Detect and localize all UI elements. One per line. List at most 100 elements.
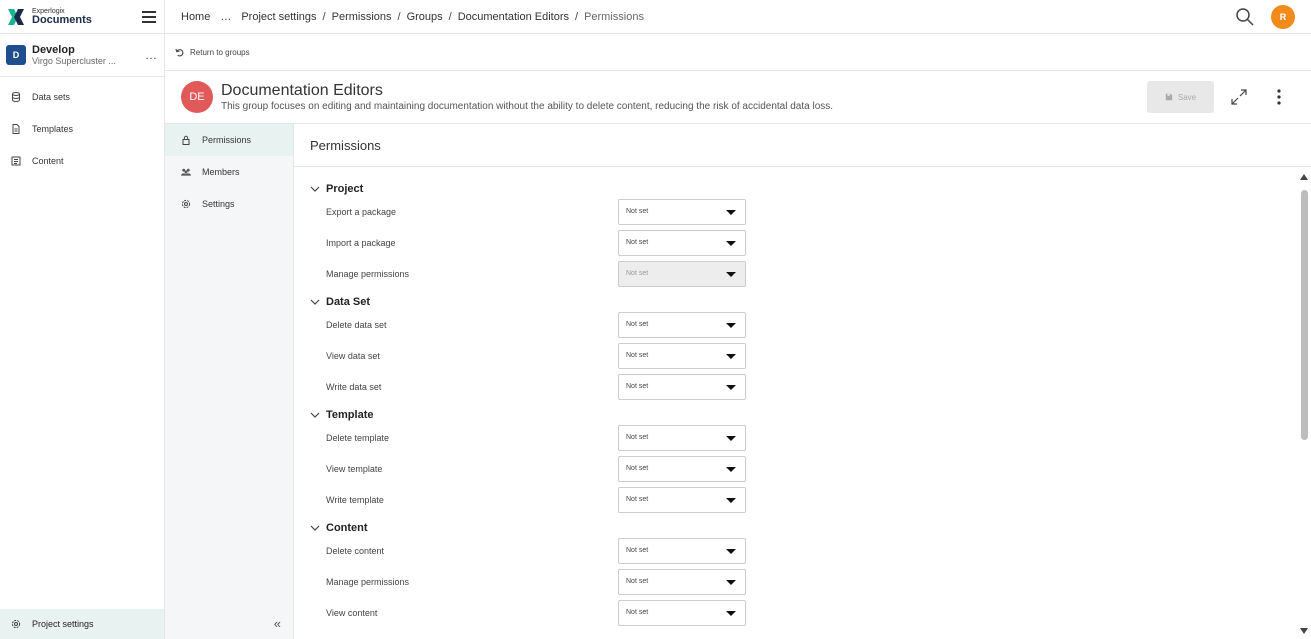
permission-label: Write template (326, 494, 384, 505)
gear-icon (11, 619, 21, 629)
sidebar-item-project-settings[interactable]: Project settings (0, 609, 164, 639)
permission-select[interactable]: Not set (618, 424, 746, 451)
caret-down-icon (726, 497, 736, 503)
chevron-down-icon (310, 525, 320, 531)
section-title: Template (326, 409, 374, 421)
caret-down-icon (726, 435, 736, 441)
users-icon (181, 167, 191, 177)
scroll-up-icon[interactable] (1300, 174, 1308, 180)
save-label: Save (1177, 92, 1197, 102)
group-avatar: DE (181, 81, 213, 113)
sidebar-nav: Data sets Templates Content (0, 77, 164, 177)
caret-down-icon (726, 209, 736, 215)
breadcrumb-current: Permissions (584, 10, 644, 23)
permission-label: Write data set (326, 381, 382, 392)
section-header[interactable]: Data Set (310, 295, 1297, 309)
permission-row: View content Not set (310, 597, 1297, 628)
permission-label: Delete content (326, 545, 385, 556)
tab-label: Permissions (202, 135, 252, 145)
scrollbar[interactable] (1297, 174, 1311, 639)
select-value: Not set (626, 383, 649, 390)
select-value: Not set (626, 352, 649, 359)
return-to-groups-link[interactable]: Return to groups (165, 34, 1311, 71)
tab-permissions[interactable]: Permissions (165, 124, 293, 156)
permission-select[interactable]: Not set (618, 568, 746, 595)
sidebar-item-data-sets[interactable]: Data sets (0, 81, 164, 113)
save-icon (1165, 93, 1173, 101)
search-icon[interactable] (1235, 7, 1255, 27)
collapse-icon[interactable]: « (274, 616, 281, 631)
panel-title: Permissions (294, 124, 1311, 167)
logo-row: Experlogix Documents (0, 0, 164, 34)
save-button[interactable]: Save (1147, 81, 1214, 113)
permission-select[interactable]: Not set (618, 455, 746, 482)
caret-down-icon (726, 579, 736, 585)
breadcrumb-group[interactable]: Documentation Editors (458, 11, 569, 23)
breadcrumb-separator: / (322, 10, 326, 23)
permission-row: Write template Not set (310, 484, 1297, 515)
section-header[interactable]: Template (310, 408, 1297, 422)
file-icon (11, 124, 21, 134)
section-header[interactable]: Project (310, 182, 1297, 196)
permission-row: Export a package Not set (310, 196, 1297, 227)
permission-row: View data set Not set (310, 340, 1297, 371)
caret-down-icon (726, 322, 736, 328)
project-name: Develop (32, 43, 75, 56)
permission-section: Content Delete content Not set Manage permi… (310, 521, 1297, 628)
project-more-button[interactable]: … (145, 48, 158, 62)
sidebar-item-templates[interactable]: Templates (0, 113, 164, 145)
breadcrumb-ellipsis[interactable]: … (220, 11, 231, 23)
user-avatar[interactable]: R (1271, 4, 1295, 29)
scrollbar-thumb[interactable] (1301, 190, 1308, 440)
permission-select[interactable]: Not set (618, 373, 746, 400)
permission-select[interactable]: Not set (618, 229, 746, 256)
permission-label: View content (326, 607, 378, 618)
group-info: Documentation Editors This group focuses… (221, 81, 833, 112)
tab-settings[interactable]: Settings (165, 188, 293, 220)
left-sidebar: Experlogix Documents D Develop Virgo Sup… (0, 0, 165, 639)
sidebar-item-content[interactable]: Content (0, 145, 164, 177)
logo-line-2: Documents (32, 13, 92, 26)
select-value: Not set (626, 609, 649, 616)
scroll-down-icon[interactable] (1300, 628, 1308, 634)
logo-text: Experlogix Documents (32, 8, 92, 26)
permission-label: Import a package (326, 237, 396, 248)
more-vertical-icon[interactable] (1267, 85, 1291, 109)
caret-down-icon (726, 271, 736, 277)
permission-select[interactable]: Not set (618, 599, 746, 626)
permission-select[interactable]: Not set (618, 486, 746, 513)
breadcrumb-home[interactable]: Home (181, 11, 210, 23)
permissions-panel: Permissions Project Export a package Not s… (294, 124, 1311, 639)
permission-select[interactable]: Not set (618, 537, 746, 564)
menu-icon[interactable] (142, 10, 156, 23)
undo-icon (175, 48, 184, 57)
breadcrumb-groups[interactable]: Groups (407, 11, 443, 23)
breadcrumb-permissions[interactable]: Permissions (332, 11, 392, 23)
permission-select[interactable]: Not set (618, 311, 746, 338)
tab-members[interactable]: Members (165, 156, 293, 188)
sidebar-item-label: Content (32, 156, 64, 166)
breadcrumb: Home … Project settings / Permissions / … (181, 11, 644, 23)
project-badge: D (6, 45, 26, 65)
group-subnav: Permissions Members Settings « (165, 124, 294, 639)
breadcrumb-project-settings[interactable]: Project settings (241, 11, 316, 23)
tab-label: Settings (202, 199, 235, 209)
project-switcher[interactable]: D Develop Virgo Supercluster ... … (0, 34, 164, 77)
permission-row: Delete data set Not set (310, 309, 1297, 340)
group-description: This group focuses on editing and mainta… (221, 100, 834, 112)
gear-icon (181, 199, 191, 209)
permission-select[interactable]: Not set (618, 198, 746, 225)
permission-section: Template Delete template Not set View templ… (310, 408, 1297, 515)
permission-select[interactable]: Not set (618, 342, 746, 369)
breadcrumb-separator: / (448, 10, 452, 23)
chevron-down-icon (310, 299, 320, 305)
permission-row: View template Not set (310, 453, 1297, 484)
permission-row: Manage permissions Not set (310, 258, 1297, 289)
permission-row: Delete template Not set (310, 422, 1297, 453)
select-value: Not set (626, 465, 649, 472)
expand-icon[interactable] (1227, 85, 1251, 109)
permission-row: Delete content Not set (310, 535, 1297, 566)
select-value: Not set (626, 578, 649, 585)
section-header[interactable]: Content (310, 521, 1297, 535)
content-icon (11, 156, 21, 166)
